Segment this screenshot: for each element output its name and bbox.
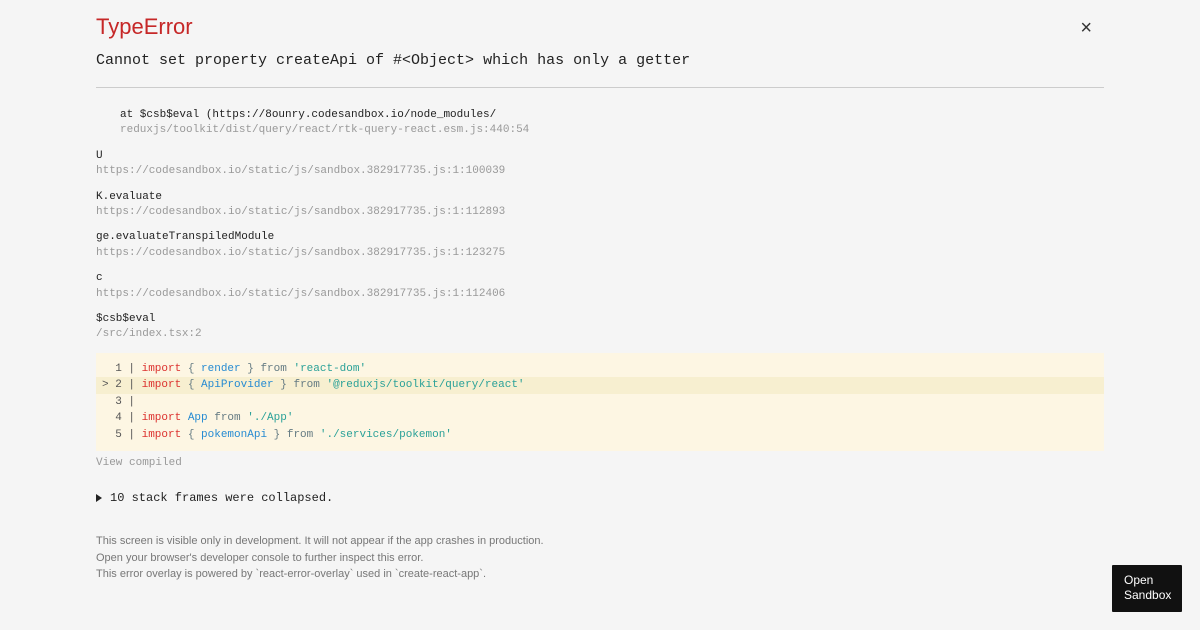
stack-frame-source: https://codesandbox.io/static/js/sandbox… bbox=[96, 287, 1104, 302]
stack-frame: U https://codesandbox.io/static/js/sandb… bbox=[96, 149, 1104, 180]
stack-frame-source: reduxjs/toolkit/dist/query/react/rtk-que… bbox=[120, 123, 1104, 138]
stack-frame-name: U bbox=[96, 149, 1104, 164]
triangle-right-icon bbox=[96, 494, 102, 502]
footer-line: This screen is visible only in developme… bbox=[96, 533, 1104, 550]
stack-frame-name: c bbox=[96, 271, 1104, 286]
stack-frame-name: K.evaluate bbox=[96, 190, 1104, 205]
stack-frame-name: ge.evaluateTranspiledModule bbox=[96, 230, 1104, 245]
view-compiled-link[interactable]: View compiled bbox=[96, 457, 1104, 469]
code-snippet: 1 | import { render } from 'react-dom' >… bbox=[96, 353, 1104, 452]
footer-note: This screen is visible only in developme… bbox=[96, 533, 1104, 583]
error-overlay: TypeError Cannot set property createApi … bbox=[0, 0, 1200, 603]
divider bbox=[96, 87, 1104, 88]
code-line: 4 | import App from './App' bbox=[96, 410, 1104, 427]
stack-frame: K.evaluate https://codesandbox.io/static… bbox=[96, 190, 1104, 221]
stack-frame-source: /src/index.tsx:2 bbox=[96, 327, 1104, 342]
collapsed-frames-label: 10 stack frames were collapsed. bbox=[110, 491, 333, 505]
stack-frame-source: https://codesandbox.io/static/js/sandbox… bbox=[96, 246, 1104, 261]
footer-line: Open your browser's developer console to… bbox=[96, 550, 1104, 567]
code-line: 1 | import { render } from 'react-dom' bbox=[96, 361, 1104, 378]
code-line-highlight: > 2 | import { ApiProvider } from '@redu… bbox=[96, 377, 1104, 394]
footer-line: This error overlay is powered by `react-… bbox=[96, 566, 1104, 583]
stack-frame-name: $csb$eval bbox=[96, 312, 1104, 327]
stack-frame-name: at $csb$eval (https://8ounry.codesandbox… bbox=[120, 108, 1104, 123]
code-line: 5 | import { pokemonApi } from './servic… bbox=[96, 427, 1104, 444]
stack-frame: ge.evaluateTranspiledModule https://code… bbox=[96, 230, 1104, 261]
close-icon[interactable]: × bbox=[1080, 18, 1092, 38]
error-title: TypeError bbox=[96, 14, 1104, 40]
open-sandbox-button[interactable]: Open Sandbox bbox=[1112, 565, 1182, 612]
stack-frame-source: https://codesandbox.io/static/js/sandbox… bbox=[96, 205, 1104, 220]
stack-frame-source: https://codesandbox.io/static/js/sandbox… bbox=[96, 164, 1104, 179]
error-message: Cannot set property createApi of #<Objec… bbox=[96, 52, 1104, 69]
stack-frame: $csb$eval /src/index.tsx:2 bbox=[96, 312, 1104, 343]
stack-frame: at $csb$eval (https://8ounry.codesandbox… bbox=[96, 108, 1104, 139]
stack-frame: c https://codesandbox.io/static/js/sandb… bbox=[96, 271, 1104, 302]
collapsed-frames-toggle[interactable]: 10 stack frames were collapsed. bbox=[96, 491, 1104, 505]
code-line: 3 | bbox=[96, 394, 1104, 411]
